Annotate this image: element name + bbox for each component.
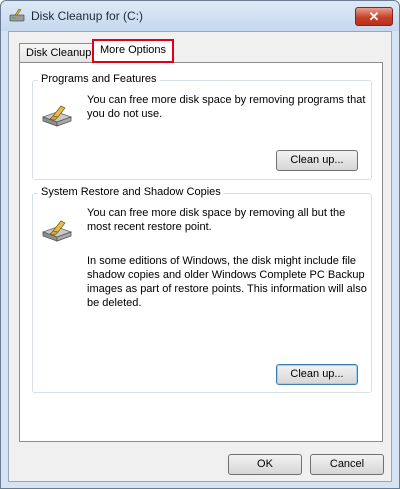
clean-up-programs-button[interactable]: Clean up... (276, 150, 358, 171)
group-title: System Restore and Shadow Copies (38, 186, 224, 198)
group-description: You can free more disk space by removing… (87, 207, 346, 233)
close-icon: ✕ (368, 9, 380, 24)
group-note: In some editions of Windows, the disk mi… (87, 255, 367, 309)
drive-icon (41, 105, 73, 127)
more-options-panel: Programs and Features You can free more … (19, 62, 383, 442)
dialog-client-area: Disk Cleanup More Options Programs and F… (8, 31, 392, 482)
clean-up-restore-button[interactable]: Clean up... (276, 364, 358, 385)
ok-button[interactable]: OK (228, 454, 302, 475)
group-title: Programs and Features (38, 73, 160, 85)
group-description: You can free more disk space by removing… (87, 94, 366, 120)
drive-icon (41, 220, 73, 242)
disk-cleanup-window: Disk Cleanup for (C:) ✕ Disk Cleanup Mor… (0, 0, 400, 489)
disk-cleanup-icon (9, 8, 25, 22)
window-title: Disk Cleanup for (C:) (31, 9, 144, 23)
system-restore-group: System Restore and Shadow Copies You can… (32, 186, 372, 393)
title-bar[interactable]: Disk Cleanup for (C:) ✕ (1, 1, 399, 31)
cancel-button[interactable]: Cancel (310, 454, 384, 475)
tab-more-options[interactable]: More Options (93, 40, 174, 63)
programs-features-group: Programs and Features You can free more … (32, 73, 372, 180)
close-button[interactable]: ✕ (355, 7, 393, 26)
tab-disk-cleanup[interactable]: Disk Cleanup (19, 43, 99, 63)
